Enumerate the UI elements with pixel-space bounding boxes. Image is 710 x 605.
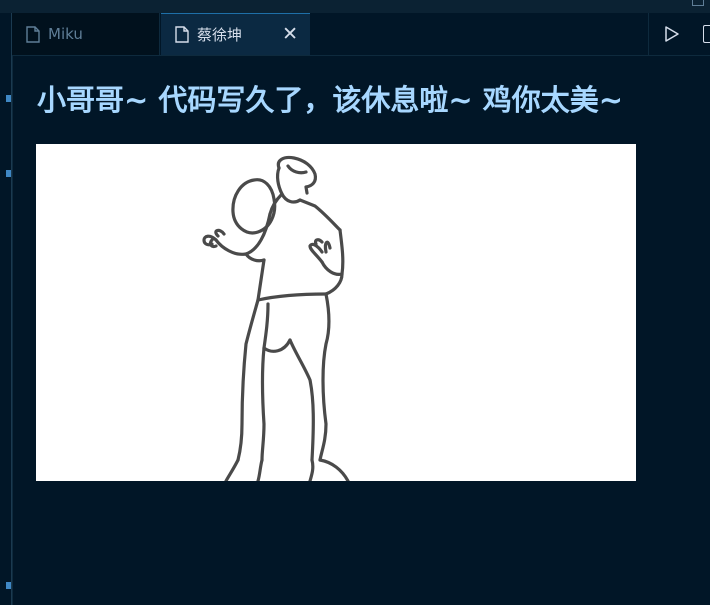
editor-actions xyxy=(648,13,710,55)
split-editor-icon[interactable] xyxy=(703,25,710,43)
tab-label: Miku xyxy=(48,25,83,43)
basketball-drawing xyxy=(36,144,636,481)
file-icon xyxy=(175,26,189,43)
page-heading: 小哥哥~ 代码写久了，该休息啦~ 鸡你太美~ xyxy=(37,83,624,117)
close-icon[interactable]: ✕ xyxy=(282,25,298,44)
tab-miku[interactable]: Miku xyxy=(12,13,160,55)
gutter-marker xyxy=(6,170,11,177)
gutter-marker xyxy=(6,95,11,102)
window-control-icon[interactable] xyxy=(692,0,704,6)
window-top-strip xyxy=(0,0,710,13)
gutter-marker xyxy=(6,582,11,589)
tab-caixukun[interactable]: 蔡徐坤 ✕ xyxy=(161,13,310,55)
play-icon[interactable] xyxy=(663,25,681,43)
person-dribbling-illustration xyxy=(202,155,350,481)
gutter-divider xyxy=(11,13,12,605)
editor-tab-bar: Miku 蔡徐坤 ✕ xyxy=(12,13,710,56)
file-icon xyxy=(26,25,40,43)
activity-gutter xyxy=(0,13,13,605)
tab-label: 蔡徐坤 xyxy=(197,26,243,44)
